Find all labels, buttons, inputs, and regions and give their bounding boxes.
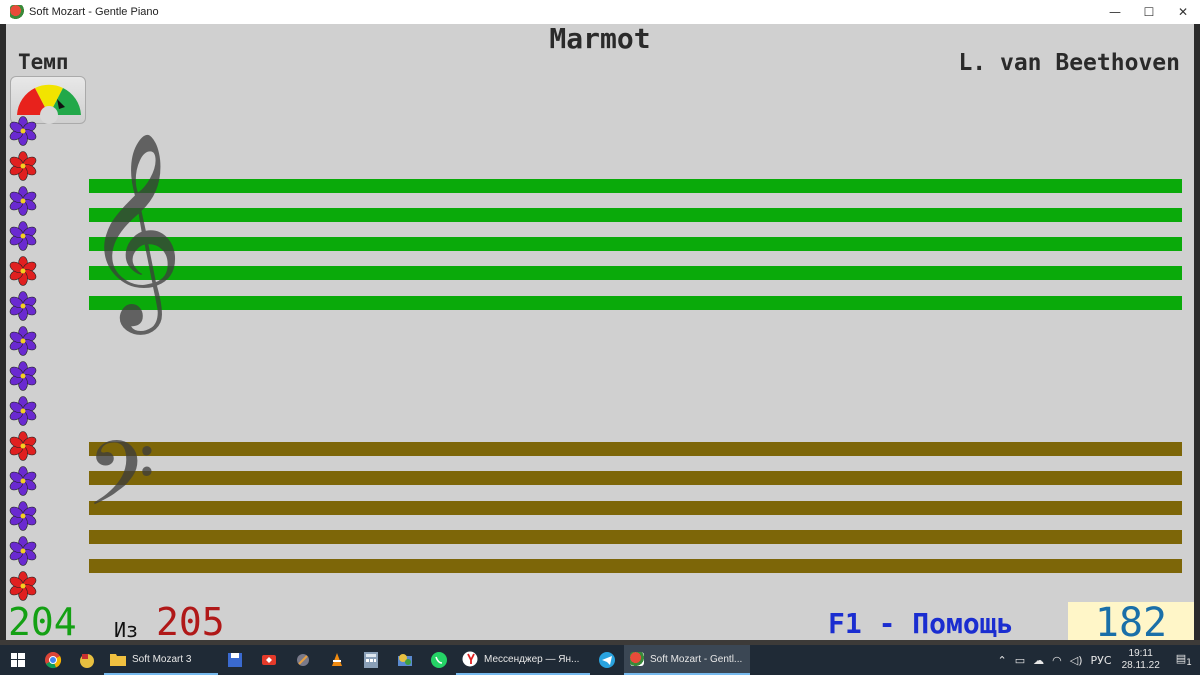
clock-date: 28.11.22 [1121,660,1160,671]
bass-staff-line [89,530,1182,544]
taskbar-clock[interactable]: 19:11 28.11.22 [1122,648,1160,672]
treble-staff-line [89,266,1182,280]
purple-flower-icon [9,221,37,251]
taskbar-soft-mozart-3-folder[interactable]: Soft Mozart 3 [104,645,218,675]
cloud-icon[interactable]: ☁ [1033,654,1044,667]
windows-logo-icon [11,653,25,667]
bass-clef-icon: 𝄢 [86,423,156,548]
wifi-icon[interactable]: ◠ [1052,654,1062,667]
red-flower-icon [9,256,37,286]
treble-clef-icon: 𝄞 [84,130,184,326]
purple-flower-icon [9,466,37,496]
taskbar-item-label: Мессенджер — Ян... [484,653,580,665]
bass-staff-line [89,559,1182,573]
control-panel-icon [398,654,412,666]
close-button[interactable]: ✕ [1166,0,1200,24]
help-hint[interactable]: F1 - Помощь [828,606,1013,642]
start-button[interactable] [0,645,36,675]
composer-name: L. van Beethoven [958,50,1180,76]
save-taskbar-button[interactable] [218,645,252,675]
music-canvas: Marmot L. van Beethoven Темп 𝄞 𝄢 204 Из … [6,24,1194,644]
purple-flower-icon [9,501,37,531]
window-titlebar: Soft Mozart - Gentle Piano — ☐ ✕ [0,0,1200,24]
yellow-app-icon [80,654,94,668]
vlc-taskbar-button[interactable] [320,645,354,675]
bass-staff-line [89,471,1182,485]
network-device-icon[interactable]: ▭ [1015,654,1025,667]
vlc-cone-icon [332,653,342,666]
notification-center-icon[interactable]: ▤1 [1176,652,1192,668]
notes-total-count: 205 [156,600,225,644]
tempo-label: Темп [18,50,69,74]
language-indicator[interactable]: РУС [1091,654,1112,667]
treble-staff-line [89,179,1182,193]
taskbar-yandex-messenger[interactable]: Мессенджер — Ян... [456,645,590,675]
calculator-icon [364,652,378,668]
score-value: 182 [1094,600,1168,644]
red-diamond-icon [262,655,276,665]
score-panel: 182 [1068,600,1194,644]
purple-flower-icon [9,396,37,426]
purple-flower-icon [9,291,37,321]
anydesk-taskbar-button[interactable] [252,645,286,675]
system-tray: ⌃ ▭ ☁ ◠ ◁) РУС 19:11 28.11.22 ▤1 [994,645,1200,675]
maximize-button[interactable]: ☐ [1132,0,1166,24]
of-label: Из [114,618,139,642]
folder-icon [110,654,126,666]
bass-staff-line [89,442,1182,456]
taskbar-item-label: Soft Mozart 3 [132,653,192,665]
clock-time: 19:11 [1128,648,1153,659]
volume-icon[interactable]: ◁) [1070,654,1083,667]
chrome-icon [45,652,62,669]
treble-staff-line [89,208,1182,222]
yandex-icon [462,651,478,667]
taskbar-item-label: Soft Mozart - Gentl... [650,653,743,665]
app-icon [10,5,24,19]
calculator-taskbar-button[interactable] [354,645,388,675]
purple-flower-icon [9,116,37,146]
window-title: Soft Mozart - Gentle Piano [29,6,159,18]
taskbar-soft-mozart-window[interactable]: Soft Mozart - Gentl... [624,645,750,675]
telegram-taskbar-button[interactable] [590,645,624,675]
purple-flower-icon [9,186,37,216]
taskbar: Soft Mozart 3 Мессенджер — Ян... Soft Mo… [0,645,1200,675]
tools-icon [297,654,309,666]
red-flower-icon [9,151,37,181]
flower-column [8,116,40,606]
treble-staff-line [89,296,1182,310]
purple-flower-icon [9,326,37,356]
notes-played-count: 204 [8,600,77,644]
status-bar: 204 Из 205 F1 - Помощь 182 [6,600,1194,644]
tool-taskbar-button[interactable] [286,645,320,675]
whatsapp-taskbar-button[interactable] [422,645,456,675]
chrome-taskbar-button[interactable] [36,645,70,675]
red-flower-icon [9,571,37,601]
window-controls: — ☐ ✕ [1098,0,1200,24]
floppy-disk-icon [228,653,242,667]
control-panel-taskbar-button[interactable] [388,645,422,675]
notification-count: 1 [1186,657,1192,669]
treble-staff-line [89,237,1182,251]
chevron-up-icon[interactable]: ⌃ [998,654,1007,667]
purple-flower-icon [9,361,37,391]
app-taskbar-button[interactable] [70,645,104,675]
whatsapp-icon [431,652,447,668]
bass-staff-line [89,501,1182,515]
telegram-icon [599,652,615,668]
minimize-button[interactable]: — [1098,0,1132,24]
purple-flower-icon [9,536,37,566]
red-flower-icon [9,431,37,461]
soft-mozart-icon [630,652,644,666]
